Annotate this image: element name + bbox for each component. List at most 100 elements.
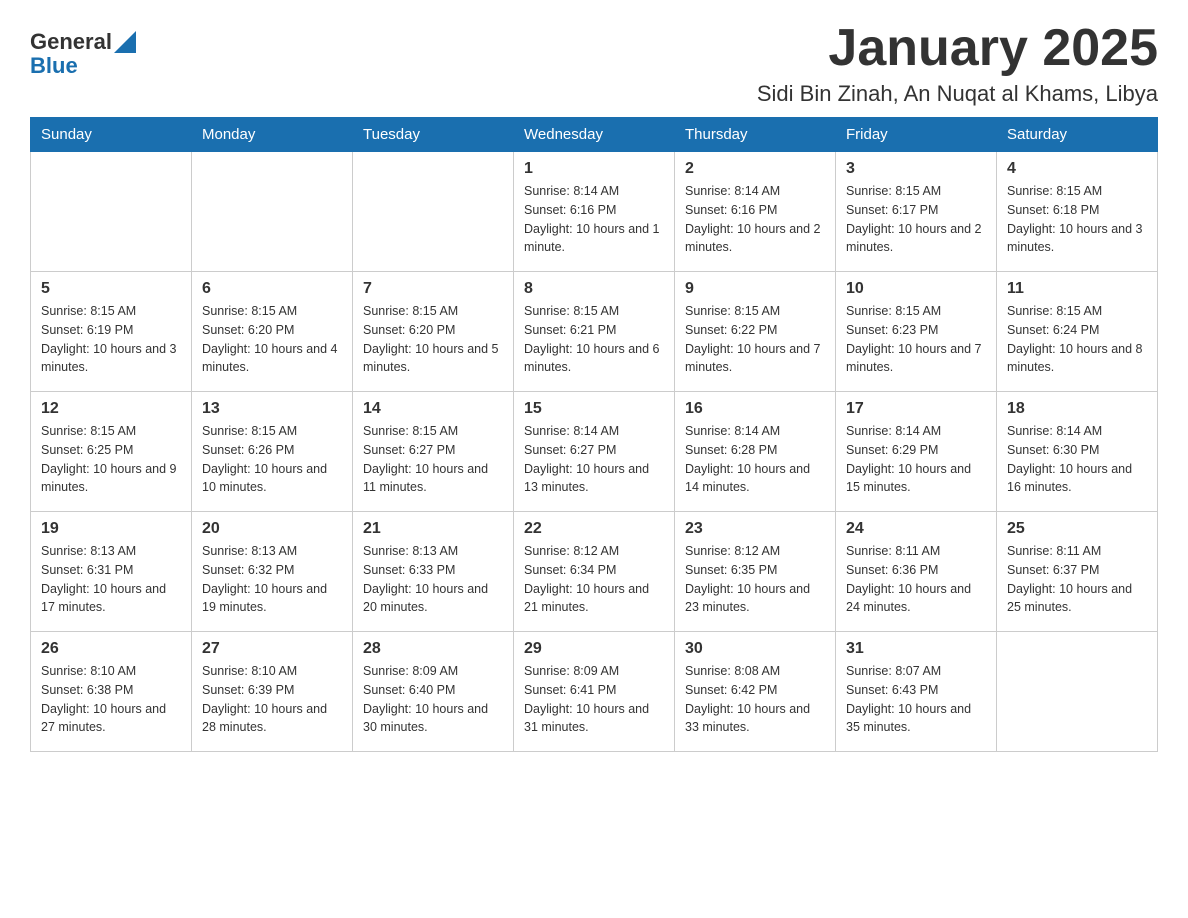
- calendar-day-21: 21 Sunrise: 8:13 AM Sunset: 6:33 PM Dayli…: [353, 512, 514, 632]
- logo: General Blue: [30, 30, 136, 78]
- calendar-day-1: 1Sunrise: 8:14 AM Sunset: 6:16 PM Daylig…: [514, 152, 675, 272]
- title-block: January 2025 Sidi Bin Zinah, An Nuqat al…: [757, 20, 1158, 107]
- day-sun-info: Sunrise: 8:15 AM Sunset: 6:18 PM Dayligh…: [1007, 182, 1147, 257]
- day-sun-info: Sunrise: 8:15 AM Sunset: 6:20 PM Dayligh…: [363, 302, 503, 377]
- day-sun-info: Sunrise: 8:13 AM Sunset: 6:31 PM Dayligh…: [41, 542, 181, 617]
- day-sun-info: Sunrise: 8:10 AM Sunset: 6:38 PM Dayligh…: [41, 662, 181, 737]
- calendar-day-30: 30 Sunrise: 8:08 AM Sunset: 6:42 PM Dayli…: [675, 632, 836, 752]
- calendar-table: SundayMondayTuesdayWednesdayThursdayFrid…: [30, 117, 1158, 752]
- calendar-day-29: 29 Sunrise: 8:09 AM Sunset: 6:41 PM Dayli…: [514, 632, 675, 752]
- calendar-day-13: 13Sunrise: 8:15 AM Sunset: 6:26 PM Dayli…: [192, 392, 353, 512]
- day-number: 15: [524, 400, 664, 418]
- calendar-week-row: 19 Sunrise: 8:13 AM Sunset: 6:31 PM Dayli…: [31, 512, 1158, 632]
- calendar-day-22: 22Sunrise: 8:12 AM Sunset: 6:34 PM Dayli…: [514, 512, 675, 632]
- calendar-empty-cell: [997, 632, 1158, 752]
- day-number: 25: [1007, 520, 1147, 538]
- calendar-day-16: 16Sunrise: 8:14 AM Sunset: 6:28 PM Dayli…: [675, 392, 836, 512]
- day-sun-info: Sunrise: 8:08 AM Sunset: 6:42 PM Dayligh…: [685, 662, 825, 737]
- calendar-day-6: 6 Sunrise: 8:15 AM Sunset: 6:20 PM Daylig…: [192, 272, 353, 392]
- calendar-day-19: 19 Sunrise: 8:13 AM Sunset: 6:31 PM Dayli…: [31, 512, 192, 632]
- calendar-week-row: 26 Sunrise: 8:10 AM Sunset: 6:38 PM Dayli…: [31, 632, 1158, 752]
- day-number: 20: [202, 520, 342, 538]
- day-sun-info: Sunrise: 8:13 AM Sunset: 6:32 PM Dayligh…: [202, 542, 342, 617]
- day-sun-info: Sunrise: 8:15 AM Sunset: 6:27 PM Dayligh…: [363, 422, 503, 497]
- day-sun-info: Sunrise: 8:14 AM Sunset: 6:29 PM Dayligh…: [846, 422, 986, 497]
- calendar-day-11: 11Sunrise: 8:15 AM Sunset: 6:24 PM Dayli…: [997, 272, 1158, 392]
- day-number: 26: [41, 640, 181, 658]
- day-number: 16: [685, 400, 825, 418]
- calendar-day-5: 5 Sunrise: 8:15 AM Sunset: 6:19 PM Daylig…: [31, 272, 192, 392]
- calendar-day-2: 2 Sunrise: 8:14 AM Sunset: 6:16 PM Daylig…: [675, 152, 836, 272]
- day-number: 27: [202, 640, 342, 658]
- calendar-day-10: 10 Sunrise: 8:15 AM Sunset: 6:23 PM Dayli…: [836, 272, 997, 392]
- day-number: 30: [685, 640, 825, 658]
- calendar-empty-cell: [31, 152, 192, 272]
- weekday-header-tuesday: Tuesday: [353, 118, 514, 152]
- day-number: 18: [1007, 400, 1147, 418]
- day-number: 4: [1007, 160, 1147, 178]
- day-number: 19: [41, 520, 181, 538]
- day-number: 22: [524, 520, 664, 538]
- weekday-header-saturday: Saturday: [997, 118, 1158, 152]
- calendar-day-18: 18 Sunrise: 8:14 AM Sunset: 6:30 PM Dayli…: [997, 392, 1158, 512]
- day-sun-info: Sunrise: 8:13 AM Sunset: 6:33 PM Dayligh…: [363, 542, 503, 617]
- day-number: 21: [363, 520, 503, 538]
- calendar-day-28: 28 Sunrise: 8:09 AM Sunset: 6:40 PM Dayli…: [353, 632, 514, 752]
- day-sun-info: Sunrise: 8:15 AM Sunset: 6:19 PM Dayligh…: [41, 302, 181, 377]
- month-title: January 2025: [828, 20, 1158, 77]
- day-number: 1: [524, 160, 664, 178]
- calendar-day-20: 20 Sunrise: 8:13 AM Sunset: 6:32 PM Dayli…: [192, 512, 353, 632]
- day-number: 31: [846, 640, 986, 658]
- page-header: General Blue January 2025 Sidi Bin Zinah…: [30, 20, 1158, 107]
- calendar-day-27: 27 Sunrise: 8:10 AM Sunset: 6:39 PM Dayli…: [192, 632, 353, 752]
- day-number: 24: [846, 520, 986, 538]
- day-number: 17: [846, 400, 986, 418]
- calendar-week-row: 1 Sunrise: 8:14 AM Sunset: 6:16 PM Daylig…: [31, 152, 1158, 272]
- logo-triangle-icon: [114, 31, 136, 53]
- day-sun-info: Sunrise: 8:14 AM Sunset: 6:16 PM Dayligh…: [685, 182, 825, 257]
- weekday-header-row: SundayMondayTuesdayWednesdayThursdayFrid…: [31, 118, 1158, 152]
- day-number: 11: [1007, 280, 1147, 298]
- calendar-day-23: 23 Sunrise: 8:12 AM Sunset: 6:35 PM Dayli…: [675, 512, 836, 632]
- day-sun-info: Sunrise: 8:15 AM Sunset: 6:22 PM Dayligh…: [685, 302, 825, 377]
- calendar-day-14: 14Sunrise: 8:15 AM Sunset: 6:27 PM Dayli…: [353, 392, 514, 512]
- day-number: 12: [41, 400, 181, 418]
- day-number: 8: [524, 280, 664, 298]
- day-sun-info: Sunrise: 8:12 AM Sunset: 6:35 PM Dayligh…: [685, 542, 825, 617]
- day-number: 2: [685, 160, 825, 178]
- day-sun-info: Sunrise: 8:09 AM Sunset: 6:41 PM Dayligh…: [524, 662, 664, 737]
- day-number: 3: [846, 160, 986, 178]
- day-number: 23: [685, 520, 825, 538]
- calendar-day-7: 7 Sunrise: 8:15 AM Sunset: 6:20 PM Daylig…: [353, 272, 514, 392]
- weekday-header-thursday: Thursday: [675, 118, 836, 152]
- day-number: 13: [202, 400, 342, 418]
- day-sun-info: Sunrise: 8:15 AM Sunset: 6:23 PM Dayligh…: [846, 302, 986, 377]
- calendar-day-26: 26 Sunrise: 8:10 AM Sunset: 6:38 PM Dayli…: [31, 632, 192, 752]
- calendar-day-15: 15 Sunrise: 8:14 AM Sunset: 6:27 PM Dayli…: [514, 392, 675, 512]
- day-sun-info: Sunrise: 8:15 AM Sunset: 6:21 PM Dayligh…: [524, 302, 664, 377]
- day-number: 5: [41, 280, 181, 298]
- day-number: 7: [363, 280, 503, 298]
- day-sun-info: Sunrise: 8:14 AM Sunset: 6:30 PM Dayligh…: [1007, 422, 1147, 497]
- day-sun-info: Sunrise: 8:15 AM Sunset: 6:17 PM Dayligh…: [846, 182, 986, 257]
- day-number: 28: [363, 640, 503, 658]
- day-sun-info: Sunrise: 8:09 AM Sunset: 6:40 PM Dayligh…: [363, 662, 503, 737]
- day-number: 29: [524, 640, 664, 658]
- calendar-week-row: 5 Sunrise: 8:15 AM Sunset: 6:19 PM Daylig…: [31, 272, 1158, 392]
- calendar-empty-cell: [192, 152, 353, 272]
- day-number: 6: [202, 280, 342, 298]
- calendar-day-12: 12Sunrise: 8:15 AM Sunset: 6:25 PM Dayli…: [31, 392, 192, 512]
- day-sun-info: Sunrise: 8:15 AM Sunset: 6:20 PM Dayligh…: [202, 302, 342, 377]
- day-sun-info: Sunrise: 8:11 AM Sunset: 6:37 PM Dayligh…: [1007, 542, 1147, 617]
- day-sun-info: Sunrise: 8:14 AM Sunset: 6:27 PM Dayligh…: [524, 422, 664, 497]
- day-sun-info: Sunrise: 8:11 AM Sunset: 6:36 PM Dayligh…: [846, 542, 986, 617]
- calendar-day-31: 31Sunrise: 8:07 AM Sunset: 6:43 PM Dayli…: [836, 632, 997, 752]
- day-sun-info: Sunrise: 8:10 AM Sunset: 6:39 PM Dayligh…: [202, 662, 342, 737]
- logo-text: General Blue: [30, 30, 136, 78]
- calendar-day-17: 17 Sunrise: 8:14 AM Sunset: 6:29 PM Dayli…: [836, 392, 997, 512]
- weekday-header-sunday: Sunday: [31, 118, 192, 152]
- calendar-day-9: 9Sunrise: 8:15 AM Sunset: 6:22 PM Daylig…: [675, 272, 836, 392]
- location-subtitle: Sidi Bin Zinah, An Nuqat al Khams, Libya: [757, 81, 1158, 107]
- day-number: 10: [846, 280, 986, 298]
- calendar-day-3: 3 Sunrise: 8:15 AM Sunset: 6:17 PM Daylig…: [836, 152, 997, 272]
